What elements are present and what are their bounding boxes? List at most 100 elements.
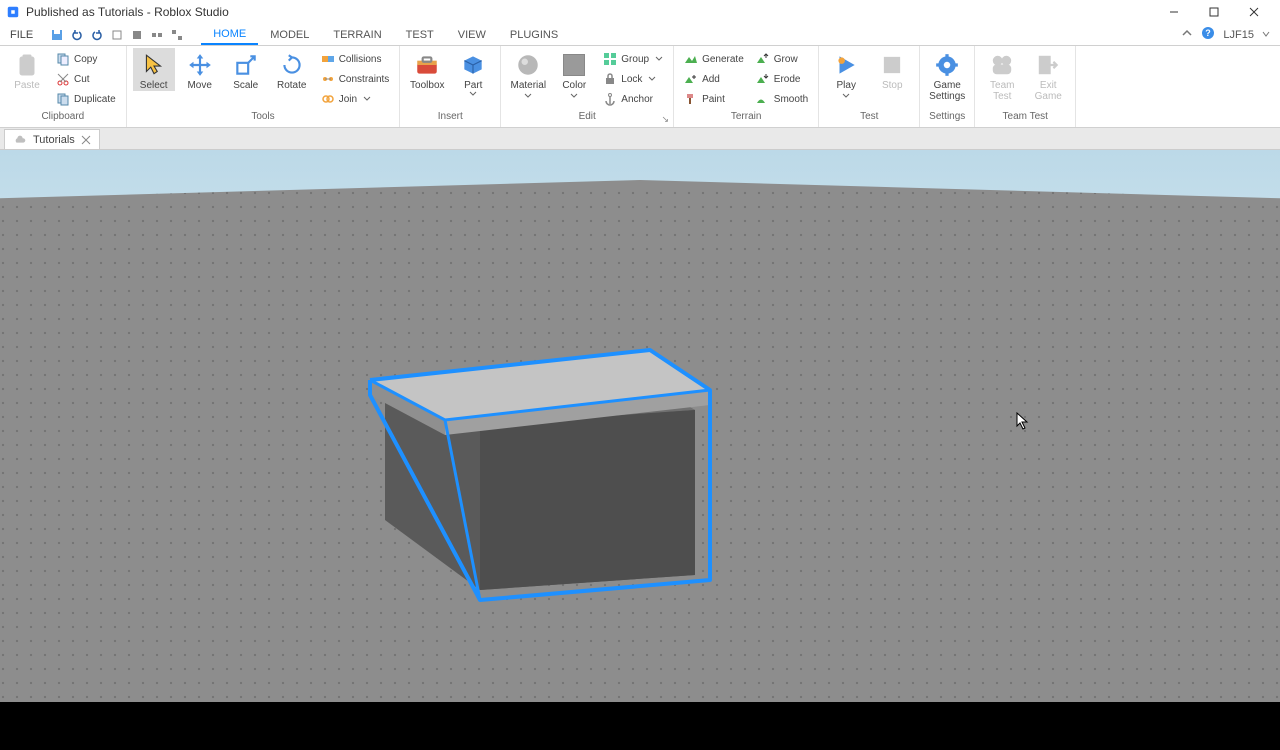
- tab-home[interactable]: HOME: [201, 24, 258, 45]
- part-button[interactable]: Part: [452, 48, 494, 97]
- dialog-launcher[interactable]: ↘: [660, 114, 672, 125]
- group-label: Team Test: [981, 111, 1069, 127]
- app-logo-icon: [6, 5, 20, 19]
- user-dropdown-icon[interactable]: [1262, 29, 1270, 41]
- game-settings-button[interactable]: Game Settings: [926, 48, 968, 102]
- add-button[interactable]: Add: [680, 70, 748, 88]
- ribbon-tabs: HOME MODEL TERRAIN TEST VIEW PLUGINS: [201, 24, 570, 45]
- selected-part: [350, 280, 730, 610]
- redo-icon[interactable]: [89, 27, 105, 43]
- qat-button-5[interactable]: [129, 27, 145, 43]
- group-button[interactable]: Group: [599, 50, 667, 68]
- group-edit: Material Color Group Lock Anchor Edit ↘: [501, 46, 674, 127]
- group-label: Clipboard: [6, 111, 120, 127]
- gear-icon: [934, 52, 960, 78]
- chevron-down-icon[interactable]: [655, 52, 663, 66]
- mouse-cursor: [1016, 412, 1030, 433]
- quick-access-toolbar: [43, 24, 191, 45]
- move-icon: [187, 52, 213, 78]
- undo-icon[interactable]: [69, 27, 85, 43]
- group-insert: Toolbox Part Insert: [400, 46, 501, 127]
- group-label: Terrain: [680, 111, 812, 127]
- toolbox-button[interactable]: Toolbox: [406, 48, 448, 91]
- select-button[interactable]: Select: [133, 48, 175, 91]
- save-icon[interactable]: [49, 27, 65, 43]
- close-button[interactable]: [1234, 0, 1274, 24]
- generate-button[interactable]: Generate: [680, 50, 748, 68]
- tab-model[interactable]: MODEL: [258, 24, 321, 45]
- team-test-icon: [989, 52, 1015, 78]
- exit-game-button[interactable]: Exit Game: [1027, 48, 1069, 102]
- erode-button[interactable]: Erode: [752, 70, 812, 88]
- lock-icon: [603, 72, 617, 86]
- part-icon: [460, 52, 486, 78]
- tab-plugins[interactable]: PLUGINS: [498, 24, 570, 45]
- svg-text:?: ?: [1206, 28, 1212, 38]
- paste-button[interactable]: Paste: [6, 48, 48, 91]
- play-button[interactable]: Play: [825, 48, 867, 99]
- team-test-button[interactable]: Team Test: [981, 48, 1023, 102]
- paste-icon: [14, 52, 40, 78]
- copy-button[interactable]: Copy: [52, 50, 120, 68]
- stop-button[interactable]: Stop: [871, 48, 913, 91]
- smooth-button[interactable]: Smooth: [752, 90, 812, 108]
- toolbox-icon: [414, 52, 440, 78]
- join-icon: [321, 92, 335, 106]
- scale-button[interactable]: Scale: [225, 48, 267, 91]
- material-button[interactable]: Material: [507, 48, 549, 99]
- group-label: Settings: [926, 111, 968, 127]
- window-title: Published as Tutorials - Roblox Studio: [26, 5, 229, 19]
- move-button[interactable]: Move: [179, 48, 221, 91]
- rotate-icon: [279, 52, 305, 78]
- group-icon: [603, 52, 617, 66]
- group-label: Tools: [133, 111, 394, 127]
- color-button[interactable]: Color: [553, 48, 595, 99]
- cut-icon: [56, 72, 70, 86]
- document-tab[interactable]: Tutorials: [4, 129, 100, 149]
- group-test: Play Stop Test: [819, 46, 920, 127]
- title-bar: Published as Tutorials - Roblox Studio: [0, 0, 1280, 24]
- group-label: Edit: [507, 111, 667, 127]
- user-name[interactable]: LJF15: [1223, 29, 1254, 41]
- duplicate-icon: [56, 92, 70, 106]
- chevron-down-icon[interactable]: [363, 92, 371, 106]
- qat-button-6[interactable]: [149, 27, 165, 43]
- help-icon[interactable]: ?: [1201, 26, 1215, 43]
- duplicate-button[interactable]: Duplicate: [52, 90, 120, 108]
- chevron-down-icon[interactable]: [648, 72, 656, 86]
- paint-icon: [684, 92, 698, 106]
- smooth-icon: [756, 92, 770, 106]
- constraints-button[interactable]: Constraints: [317, 70, 394, 88]
- lock-button[interactable]: Lock: [599, 70, 667, 88]
- tab-terrain[interactable]: TERRAIN: [321, 24, 393, 45]
- anchor-button[interactable]: Anchor: [599, 90, 667, 108]
- color-icon: [561, 52, 587, 78]
- join-button[interactable]: Join: [317, 90, 394, 108]
- minimize-button[interactable]: [1154, 0, 1194, 24]
- file-menu[interactable]: FILE: [0, 24, 43, 45]
- erode-icon: [756, 72, 770, 86]
- maximize-button[interactable]: [1194, 0, 1234, 24]
- cut-button[interactable]: Cut: [52, 70, 120, 88]
- collapse-ribbon-icon[interactable]: [1181, 27, 1193, 42]
- right-controls: ? LJF15: [1171, 24, 1280, 45]
- group-clipboard: Paste Copy Cut Duplicate Clipboard: [0, 46, 127, 127]
- tab-view[interactable]: VIEW: [446, 24, 498, 45]
- tab-test[interactable]: TEST: [394, 24, 446, 45]
- rotate-button[interactable]: Rotate: [271, 48, 313, 91]
- exit-icon: [1035, 52, 1061, 78]
- material-icon: [515, 52, 541, 78]
- grow-button[interactable]: Grow: [752, 50, 812, 68]
- stop-icon: [879, 52, 905, 78]
- constraints-icon: [321, 72, 335, 86]
- grow-icon: [756, 52, 770, 66]
- paint-button[interactable]: Paint: [680, 90, 748, 108]
- qat-button-4[interactable]: [109, 27, 125, 43]
- copy-icon: [56, 52, 70, 66]
- close-tab-icon[interactable]: [81, 135, 91, 145]
- collisions-button[interactable]: Collisions: [317, 50, 394, 68]
- document-tab-label: Tutorials: [33, 134, 75, 146]
- qat-button-7[interactable]: [169, 27, 185, 43]
- add-icon: [684, 72, 698, 86]
- viewport-3d[interactable]: [0, 150, 1280, 702]
